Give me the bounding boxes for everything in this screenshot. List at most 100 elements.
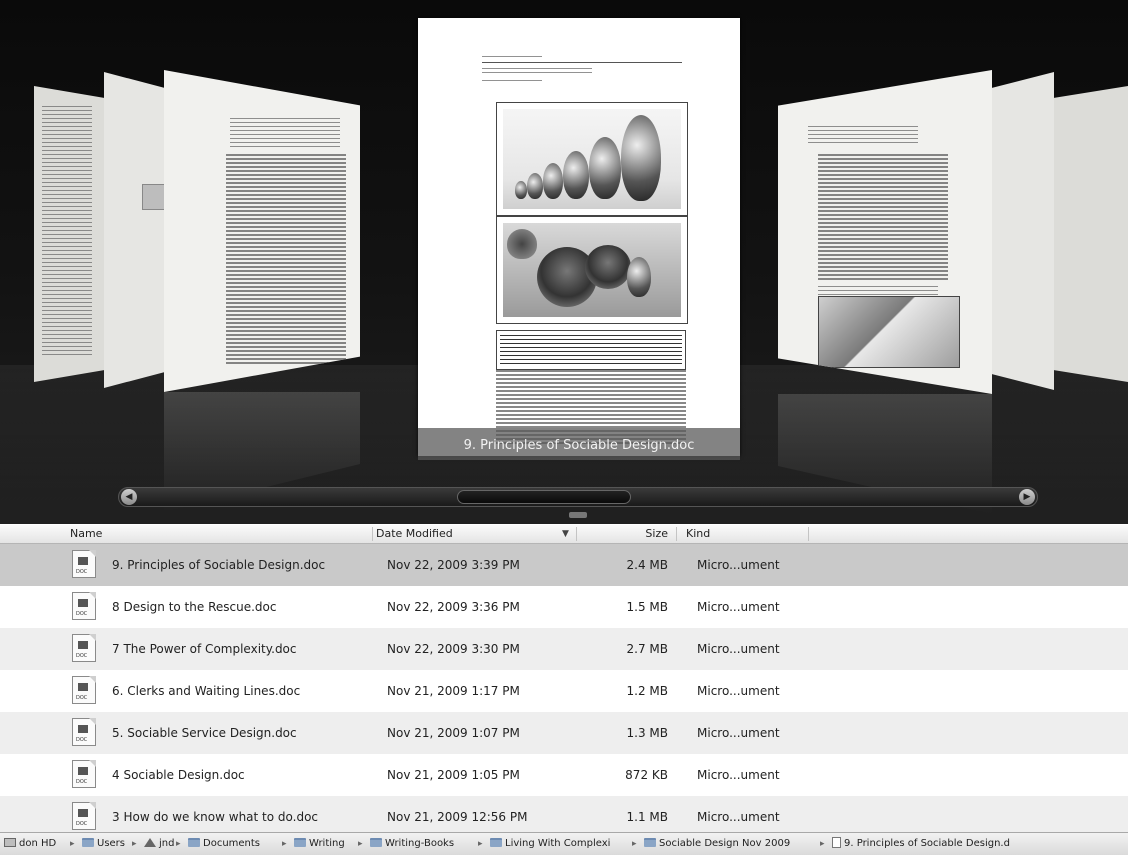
path-separator-icon: ▸ bbox=[282, 839, 287, 849]
path-item-writing[interactable]: Writing bbox=[294, 833, 345, 855]
cover-flow-scrollbar[interactable]: ◀ ▶ bbox=[118, 487, 1038, 507]
file-date: Nov 22, 2009 3:39 PM bbox=[387, 558, 520, 572]
word-doc-icon: DOC bbox=[72, 592, 96, 620]
scroll-right-arrow-icon[interactable]: ▶ bbox=[1019, 489, 1035, 505]
file-name: 5. Sociable Service Design.doc bbox=[112, 726, 297, 740]
file-name: 3 How do we know what to do.doc bbox=[112, 810, 319, 824]
cover-flow-selected-page[interactable] bbox=[418, 18, 740, 456]
file-size: 1.2 MB bbox=[626, 684, 668, 698]
cover-flow-page[interactable] bbox=[164, 70, 360, 392]
file-size: 1.5 MB bbox=[626, 600, 668, 614]
cover-flow-view: 9. Principles of Sociable Design.doc ◀ ▶ bbox=[0, 0, 1128, 524]
folder-icon bbox=[370, 838, 382, 847]
file-name: 4 Sociable Design.doc bbox=[112, 768, 245, 782]
file-list: DOC 9. Principles of Sociable Design.doc… bbox=[0, 544, 1128, 832]
column-header-name[interactable]: Name bbox=[70, 525, 370, 543]
path-item-living-with-complexity[interactable]: Living With Complexi bbox=[490, 833, 610, 855]
file-kind: Micro...ument bbox=[697, 558, 780, 572]
file-row[interactable]: DOC 8 Design to the Rescue.doc Nov 22, 2… bbox=[0, 586, 1128, 628]
file-row[interactable]: DOC 6. Clerks and Waiting Lines.doc Nov … bbox=[0, 670, 1128, 712]
file-name: 9. Principles of Sociable Design.doc bbox=[112, 558, 326, 572]
file-date: Nov 22, 2009 3:36 PM bbox=[387, 600, 520, 614]
folder-icon bbox=[294, 838, 306, 847]
path-item-label: Writing bbox=[309, 838, 345, 849]
word-doc-icon: DOC bbox=[72, 634, 96, 662]
file-size: 2.4 MB bbox=[626, 558, 668, 572]
path-item-current-document[interactable]: 9. Principles of Sociable Design.d bbox=[832, 833, 1010, 855]
path-item-label: Sociable Design Nov 2009 bbox=[659, 838, 791, 849]
path-item-label: Writing-Books bbox=[385, 838, 455, 849]
file-date: Nov 21, 2009 1:05 PM bbox=[387, 768, 520, 782]
file-date: Nov 21, 2009 12:56 PM bbox=[387, 810, 528, 824]
file-kind: Micro...ument bbox=[697, 768, 780, 782]
path-item-writing-books[interactable]: Writing-Books bbox=[370, 833, 454, 855]
cover-flow-page[interactable] bbox=[1054, 86, 1128, 382]
path-item-don-hd[interactable]: don HD bbox=[4, 833, 56, 855]
file-name: 8 Design to the Rescue.doc bbox=[112, 600, 277, 614]
file-kind: Micro...ument bbox=[697, 726, 780, 740]
file-row[interactable]: DOC 5. Sociable Service Design.doc Nov 2… bbox=[0, 712, 1128, 754]
figure-caption bbox=[496, 330, 686, 370]
path-separator-icon: ▸ bbox=[132, 839, 137, 849]
path-item-sociable-design-nov-2009[interactable]: Sociable Design Nov 2009 bbox=[644, 833, 790, 855]
file-date: Nov 21, 2009 1:07 PM bbox=[387, 726, 520, 740]
path-separator-icon: ▸ bbox=[632, 839, 637, 849]
path-separator-icon: ▸ bbox=[478, 839, 483, 849]
file-size: 1.3 MB bbox=[626, 726, 668, 740]
file-size: 1.1 MB bbox=[626, 810, 668, 824]
file-size: 872 KB bbox=[625, 768, 668, 782]
path-item-label: Documents bbox=[203, 838, 261, 849]
column-header-date-modified[interactable]: Date Modified bbox=[376, 525, 572, 543]
path-item-label: jnd bbox=[159, 838, 175, 849]
file-row[interactable]: DOC 3 How do we know what to do.doc Nov … bbox=[0, 796, 1128, 832]
nesting-dolls-photo bbox=[496, 102, 688, 216]
path-separator-icon: ▸ bbox=[70, 839, 75, 849]
path-item-jnd[interactable]: jnd bbox=[144, 833, 174, 855]
file-row[interactable]: DOC 7 The Power of Complexity.doc Nov 22… bbox=[0, 628, 1128, 670]
split-view-resize-handle[interactable] bbox=[569, 512, 587, 518]
cover-flow-page[interactable] bbox=[104, 72, 164, 388]
list-header: Name Date Modified ▼ Size Kind bbox=[0, 525, 1128, 544]
dolls-cups-photo bbox=[496, 216, 688, 324]
word-doc-icon: DOC bbox=[72, 760, 96, 788]
file-kind: Micro...ument bbox=[697, 810, 780, 824]
word-doc-icon: DOC bbox=[72, 802, 96, 830]
scroll-left-arrow-icon[interactable]: ◀ bbox=[121, 489, 137, 505]
cover-flow-page[interactable] bbox=[34, 86, 104, 382]
finder-window: 9. Principles of Sociable Design.doc ◀ ▶… bbox=[0, 0, 1128, 855]
word-doc-icon: DOC bbox=[72, 550, 96, 578]
folder-icon bbox=[188, 838, 200, 847]
cover-flow-page[interactable] bbox=[778, 70, 992, 394]
path-item-documents[interactable]: Documents bbox=[188, 833, 260, 855]
path-item-label: 9. Principles of Sociable Design.d bbox=[844, 838, 1010, 849]
path-separator-icon: ▸ bbox=[176, 839, 181, 849]
file-kind: Micro...ument bbox=[697, 642, 780, 656]
folder-icon bbox=[82, 838, 94, 847]
path-item-users[interactable]: Users bbox=[82, 833, 125, 855]
hard-disk-icon bbox=[4, 838, 16, 847]
file-row[interactable]: DOC 4 Sociable Design.doc Nov 21, 2009 1… bbox=[0, 754, 1128, 796]
file-name: 7 The Power of Complexity.doc bbox=[112, 642, 297, 656]
cover-flow-page[interactable] bbox=[992, 72, 1054, 390]
file-name: 6. Clerks and Waiting Lines.doc bbox=[112, 684, 301, 698]
path-separator-icon: ▸ bbox=[820, 839, 825, 849]
sort-descending-icon: ▼ bbox=[562, 529, 569, 539]
file-kind: Micro...ument bbox=[697, 600, 780, 614]
path-separator-icon: ▸ bbox=[358, 839, 363, 849]
column-header-size[interactable]: Size bbox=[580, 525, 668, 543]
document-icon bbox=[832, 837, 841, 848]
path-bar: don HD ▸ Users ▸ jnd ▸ Documents ▸ Writi… bbox=[0, 832, 1128, 855]
folder-icon bbox=[644, 838, 656, 847]
scrollbar-thumb[interactable] bbox=[457, 490, 631, 504]
selected-document-title: 9. Principles of Sociable Design.doc bbox=[418, 428, 740, 460]
column-header-kind[interactable]: Kind bbox=[686, 525, 806, 543]
file-kind: Micro...ument bbox=[697, 684, 780, 698]
path-item-label: don HD bbox=[19, 838, 57, 849]
word-doc-icon: DOC bbox=[72, 676, 96, 704]
file-row[interactable]: DOC 9. Principles of Sociable Design.doc… bbox=[0, 544, 1128, 586]
folder-icon bbox=[490, 838, 502, 847]
file-size: 2.7 MB bbox=[626, 642, 668, 656]
path-item-label: Users bbox=[97, 838, 126, 849]
home-icon bbox=[144, 838, 156, 847]
file-date: Nov 22, 2009 3:30 PM bbox=[387, 642, 520, 656]
